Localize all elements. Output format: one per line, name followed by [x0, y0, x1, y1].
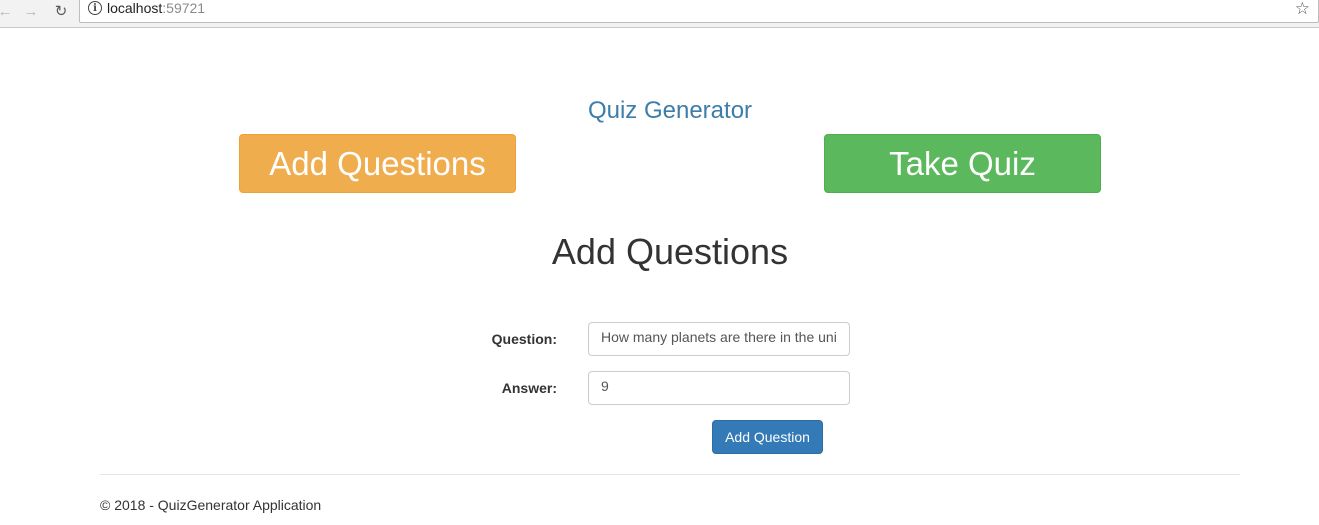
url-host: localhost: [107, 0, 163, 16]
site-title-link[interactable]: Quiz Generator: [0, 97, 1319, 125]
take-quiz-button[interactable]: Take Quiz: [824, 134, 1101, 193]
footer-copyright: © 2018 - QuizGenerator Application: [100, 497, 322, 513]
back-arrow-icon[interactable]: ←: [0, 2, 14, 20]
address-bar[interactable]: i localhost:59721 ☆: [79, 0, 1319, 23]
bookmark-star-icon[interactable]: ☆: [1295, 0, 1310, 19]
add-question-button[interactable]: Add Question: [712, 420, 823, 454]
url-text: localhost:59721: [107, 0, 205, 16]
info-icon[interactable]: i: [88, 1, 102, 15]
footer-divider: [100, 474, 1240, 475]
forward-arrow-icon[interactable]: →: [22, 2, 40, 20]
add-questions-button[interactable]: Add Questions: [239, 134, 516, 193]
url-port: :59721: [162, 0, 206, 16]
question-input[interactable]: How many planets are there in the uni: [588, 322, 850, 356]
question-label: Question:: [491, 331, 557, 347]
reload-icon[interactable]: ↻: [52, 2, 70, 20]
browser-toolbar: ← → ↻ i localhost:59721 ☆: [0, 0, 1319, 28]
answer-input[interactable]: 9: [588, 371, 850, 405]
answer-label: Answer:: [501, 380, 557, 396]
page-title: Add Questions: [551, 231, 789, 272]
